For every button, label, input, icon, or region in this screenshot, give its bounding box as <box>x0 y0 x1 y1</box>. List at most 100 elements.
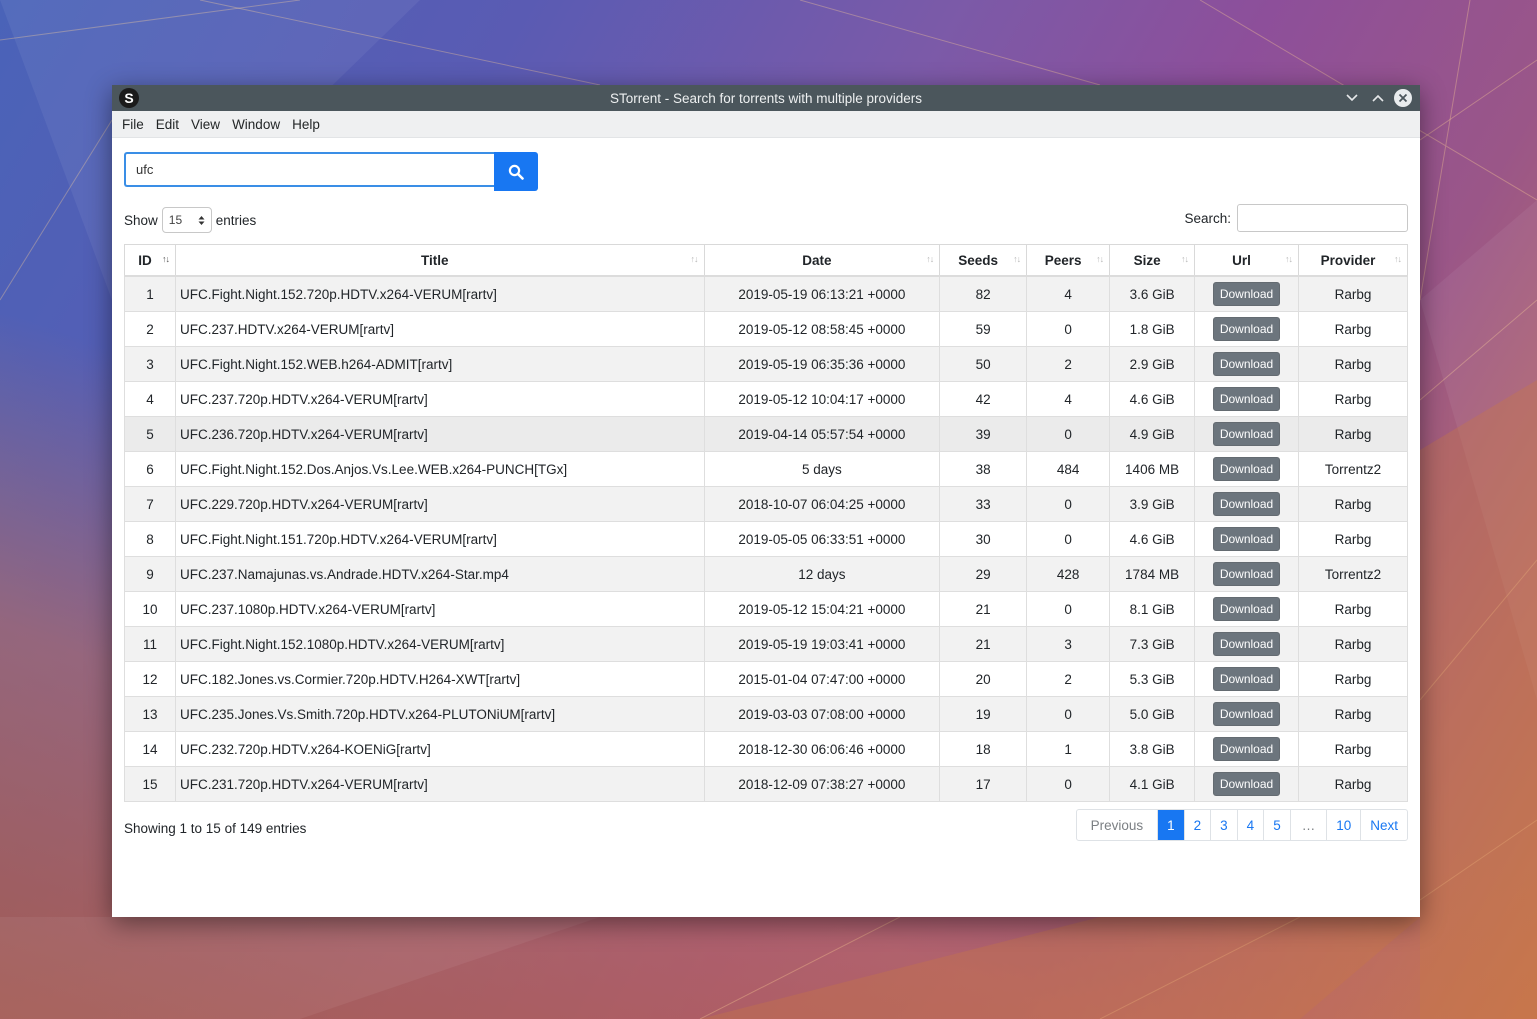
download-button[interactable]: Download <box>1212 352 1281 376</box>
col-header-seeds[interactable]: Seeds ↑↓ <box>939 244 1028 277</box>
pagination-ellipsis: … <box>1289 810 1327 840</box>
col-header-url[interactable]: Url ↑↓ <box>1194 244 1299 277</box>
cell-id: 13 <box>124 696 176 732</box>
cell-size: 4.6 GiB <box>1109 521 1196 557</box>
cell-size: 5.0 GiB <box>1109 696 1196 732</box>
download-button[interactable]: Download <box>1212 527 1281 551</box>
pagination-previous[interactable]: Previous <box>1077 810 1158 840</box>
col-header-date[interactable]: Date ↑↓ <box>703 244 941 277</box>
cell-url: Download <box>1194 556 1299 592</box>
select-arrows-icon <box>198 215 205 225</box>
cell-url: Download <box>1194 451 1299 487</box>
download-button[interactable]: Download <box>1212 457 1281 481</box>
download-button[interactable]: Download <box>1212 772 1281 796</box>
table-filter: Search: <box>1184 204 1408 232</box>
pagination-page-5[interactable]: 5 <box>1263 810 1290 840</box>
title-bar[interactable]: S STorrent - Search for torrents with mu… <box>112 85 1420 111</box>
cell-seeds: 59 <box>939 311 1028 347</box>
minimize-button[interactable] <box>1342 88 1362 108</box>
sort-icon: ↑↓ <box>1284 254 1293 264</box>
download-button[interactable]: Download <box>1212 387 1281 411</box>
maximize-button[interactable] <box>1368 88 1388 108</box>
page-length-select[interactable]: 15 <box>161 207 212 233</box>
cell-date: 5 days <box>703 451 941 487</box>
cell-peers: 0 <box>1026 696 1111 732</box>
cell-peers: 4 <box>1026 381 1111 417</box>
cell-id: 10 <box>124 591 176 627</box>
table-row: 12 UFC.182.Jones.vs.Cormier.720p.HDTV.H26… <box>124 661 1409 697</box>
col-header-title[interactable]: Title ↑↓ <box>174 244 705 277</box>
col-header-provider[interactable]: Provider ↑↓ <box>1297 244 1409 277</box>
table-row: 13 UFC.235.Jones.Vs.Smith.720p.HDTV.x264-… <box>124 696 1409 732</box>
download-button[interactable]: Download <box>1212 317 1281 341</box>
search-icon <box>508 164 524 180</box>
download-button[interactable]: Download <box>1212 632 1281 656</box>
chevron-up-icon <box>1372 94 1384 102</box>
table-row: 14 UFC.232.720p.HDTV.x264-KOENiG[rartv] 20… <box>124 731 1409 767</box>
cell-peers: 2 <box>1026 661 1111 697</box>
pagination-next[interactable]: Next <box>1360 810 1407 840</box>
col-header-id[interactable]: ID ↑↓ <box>124 244 176 277</box>
pagination-page-1[interactable]: 1 <box>1157 810 1184 840</box>
app-logo-icon[interactable]: S <box>119 88 139 108</box>
cell-size: 8.1 GiB <box>1109 591 1196 627</box>
cell-provider: Rarbg <box>1297 591 1409 627</box>
results-table: ID ↑↓ Title ↑↓ Date ↑↓ Seeds ↑↓ Peers ↑↓ Size… <box>124 244 1409 802</box>
cell-seeds: 50 <box>939 346 1028 382</box>
cell-seeds: 17 <box>939 766 1028 802</box>
sort-icon: ↑↓ <box>1096 254 1104 264</box>
table-row: 3 UFC.Fight.Night.152.WEB.h264-ADMIT[rart… <box>124 346 1409 382</box>
download-button[interactable]: Download <box>1212 667 1281 691</box>
cell-id: 3 <box>124 346 176 382</box>
cell-url: Download <box>1194 591 1299 627</box>
sort-icon: ↑↓ <box>1394 254 1402 264</box>
cell-id: 11 <box>124 626 176 662</box>
cell-date: 2019-05-12 10:04:17 +0000 <box>703 381 941 417</box>
pagination-page-4[interactable]: 4 <box>1236 810 1264 840</box>
entries-label: entries <box>215 212 257 228</box>
cell-id: 8 <box>124 521 176 557</box>
table-row: 5 UFC.236.720p.HDTV.x264-VERUM[rartv] 2019… <box>124 416 1409 452</box>
cell-seeds: 21 <box>939 626 1028 662</box>
table-controls: Show 15 entries Search: <box>124 204 1408 234</box>
cell-date: 2019-05-19 06:13:21 +0000 <box>703 275 941 312</box>
filter-input[interactable] <box>1237 204 1408 232</box>
pagination-page-10[interactable]: 10 <box>1326 810 1360 840</box>
col-label: Date <box>802 252 832 268</box>
download-button[interactable]: Download <box>1212 492 1281 516</box>
download-button[interactable]: Download <box>1212 597 1281 621</box>
pagination-page-2[interactable]: 2 <box>1183 810 1211 840</box>
menu-edit[interactable]: Edit <box>150 117 185 132</box>
cell-seeds: 29 <box>939 556 1028 592</box>
cell-peers: 2 <box>1026 346 1111 382</box>
col-header-size[interactable]: Size ↑↓ <box>1109 244 1196 277</box>
sort-asc-icon: ↑↓ <box>161 254 170 264</box>
cell-title: UFC.237.720p.HDTV.x264-VERUM[rartv] <box>174 381 705 417</box>
cell-url: Download <box>1194 626 1299 662</box>
col-header-peers[interactable]: Peers ↑↓ <box>1026 244 1111 277</box>
cell-provider: Torrentz2 <box>1297 556 1409 592</box>
cell-size: 4.9 GiB <box>1109 416 1196 452</box>
pagination-page-3[interactable]: 3 <box>1210 810 1237 840</box>
download-button[interactable]: Download <box>1212 737 1281 761</box>
download-button[interactable]: Download <box>1212 702 1281 726</box>
menu-help[interactable]: Help <box>286 117 326 132</box>
menu-file[interactable]: File <box>116 117 150 132</box>
cell-peers: 0 <box>1026 591 1111 627</box>
torrent-search-form <box>124 152 538 191</box>
cell-size: 1.8 GiB <box>1109 311 1196 347</box>
menu-window[interactable]: Window <box>226 117 286 132</box>
cell-size: 1784 MB <box>1109 556 1196 592</box>
cell-date: 2019-05-05 06:33:51 +0000 <box>703 521 941 557</box>
cell-peers: 0 <box>1026 416 1111 452</box>
download-button[interactable]: Download <box>1212 562 1281 586</box>
cell-seeds: 42 <box>939 381 1028 417</box>
download-button[interactable]: Download <box>1212 282 1281 306</box>
download-button[interactable]: Download <box>1212 422 1281 446</box>
cell-title: UFC.Fight.Night.152.1080p.HDTV.x264-VERU… <box>174 626 705 662</box>
cell-url: Download <box>1194 661 1299 697</box>
menu-view[interactable]: View <box>185 117 226 132</box>
torrent-search-input[interactable] <box>124 152 494 187</box>
search-button[interactable] <box>494 152 538 191</box>
close-button[interactable] <box>1394 89 1412 107</box>
